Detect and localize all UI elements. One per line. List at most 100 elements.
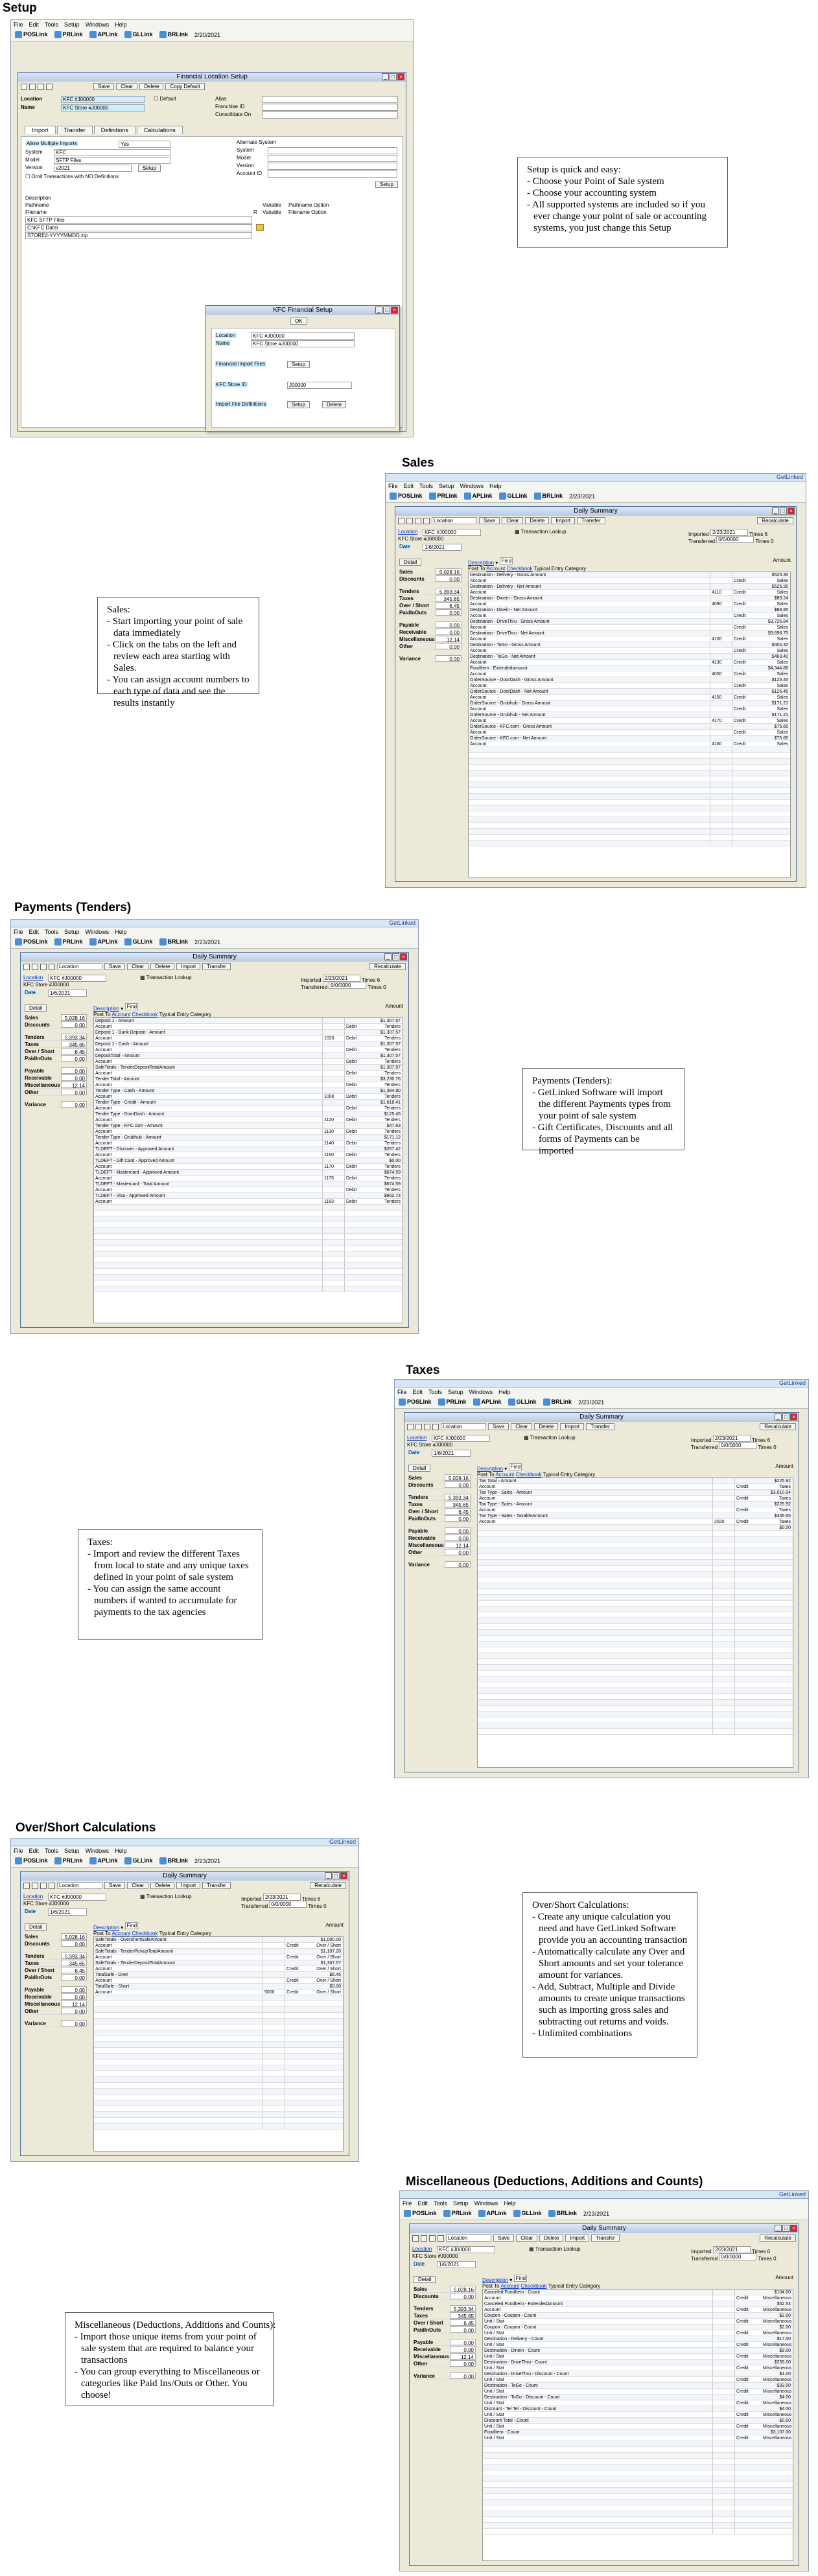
row-entry[interactable]: Credit: [732, 718, 760, 723]
row-amount[interactable]: [763, 2470, 793, 2476]
date-field[interactable]: 1/6/2021: [48, 1909, 87, 1916]
row-amount[interactable]: [760, 829, 790, 834]
save-button[interactable]: Save: [104, 963, 126, 970]
minimize-icon[interactable]: _: [325, 1872, 332, 1879]
row-entry[interactable]: [732, 771, 760, 776]
row-entry[interactable]: [285, 2019, 313, 2024]
totals-value[interactable]: 0.00: [436, 655, 462, 662]
row-amount[interactable]: $89.24: [760, 596, 790, 601]
row-entry[interactable]: [732, 759, 760, 764]
row-account[interactable]: [712, 2365, 734, 2371]
table-row[interactable]: SafeTotals - OverShortSafeAmount $1,000.0…: [94, 1937, 343, 1943]
account-link[interactable]: Account: [111, 1012, 130, 1017]
row-account[interactable]: [712, 2430, 734, 2435]
row-entry[interactable]: [732, 642, 760, 647]
table-row[interactable]: [94, 1281, 403, 1286]
row-entry[interactable]: [732, 829, 760, 834]
row-amount[interactable]: [313, 2071, 343, 2076]
row-account[interactable]: [710, 578, 732, 583]
location-link[interactable]: Location: [23, 1894, 43, 1899]
row-account[interactable]: [263, 2077, 285, 2082]
row-amount[interactable]: $104.00: [763, 2290, 793, 2295]
row-account[interactable]: [263, 2048, 285, 2053]
totals-value[interactable]: 0.00: [445, 1481, 471, 1489]
table-row[interactable]: [94, 2036, 343, 2042]
row-amount[interactable]: [763, 1717, 793, 1723]
row-account[interactable]: [263, 2118, 285, 2123]
table-row[interactable]: Account Credit Sales: [469, 648, 790, 654]
kfc-minimize-icon[interactable]: _: [375, 307, 382, 314]
import-button[interactable]: Import: [176, 963, 201, 970]
row-amount[interactable]: $1,000.00: [313, 1937, 343, 1942]
row-entry[interactable]: [734, 1688, 763, 1693]
table-row[interactable]: Account 4130 Credit Sales: [469, 660, 790, 666]
row-account[interactable]: [712, 1496, 734, 1501]
find-field[interactable]: ▾ Find: [121, 1922, 138, 1931]
row-entry[interactable]: [732, 765, 760, 770]
row-entry[interactable]: [344, 1088, 373, 1093]
table-row[interactable]: [478, 1554, 793, 1560]
row-entry[interactable]: [344, 1158, 373, 1163]
row-account[interactable]: [322, 1123, 344, 1128]
row-account[interactable]: [712, 2395, 734, 2400]
totals-value[interactable]: 5,393.34: [61, 1034, 87, 1041]
menu-windows[interactable]: Windows: [474, 2200, 498, 2207]
row-entry[interactable]: [732, 584, 760, 589]
row-entry[interactable]: [285, 1937, 313, 1942]
table-row[interactable]: Destination - Dinein - Gross Amount $89.2…: [469, 596, 790, 601]
row-entry[interactable]: [734, 2500, 763, 2505]
row-account[interactable]: [710, 823, 732, 828]
row-account[interactable]: [710, 841, 732, 846]
totals-value[interactable]: 0.00: [436, 609, 462, 616]
row-account[interactable]: [710, 596, 732, 601]
row-amount[interactable]: [763, 2500, 793, 2505]
row-account[interactable]: [710, 730, 732, 735]
row-amount[interactable]: [760, 771, 790, 776]
table-row[interactable]: Destination - DriveThru - Gross Amount $3…: [469, 619, 790, 625]
table-row[interactable]: Discount - Tel Tel - Discount - Count $4.…: [483, 2406, 793, 2412]
row-amount[interactable]: [313, 2124, 343, 2129]
row-entry[interactable]: Credit: [732, 601, 760, 607]
table-row[interactable]: Tender Type - Credit - Amount $1,618.41: [94, 1100, 403, 1106]
row-account[interactable]: 1000: [322, 1094, 344, 1099]
menu-file[interactable]: File: [403, 2200, 412, 2207]
row-entry[interactable]: Credit: [734, 2435, 763, 2441]
toolbar-brlink[interactable]: BRLink: [548, 2210, 577, 2218]
nav-last-button[interactable]: [49, 1882, 55, 1889]
table-row[interactable]: Destination - ToGo - Count $33.00: [483, 2383, 793, 2389]
toolbar-prlink[interactable]: PRLink: [54, 1857, 83, 1865]
row-amount[interactable]: $171.12: [373, 1135, 403, 1140]
table-row[interactable]: SafeTotals - TenderDepositTotalAmount $1,…: [94, 1065, 403, 1071]
row-account[interactable]: [712, 1554, 734, 1559]
table-row[interactable]: DepositTotal - Amount $1,307.57: [94, 1053, 403, 1059]
row-amount[interactable]: [760, 759, 790, 764]
row-entry[interactable]: Debit: [344, 1071, 373, 1076]
row-amount[interactable]: [763, 1537, 793, 1542]
row-amount[interactable]: $33.00: [763, 2383, 793, 2388]
account-link[interactable]: Account: [111, 1931, 130, 1936]
row-entry[interactable]: [734, 2488, 763, 2493]
table-row[interactable]: [94, 1286, 403, 1292]
row-amount[interactable]: Over / Short: [313, 1955, 343, 1960]
table-row[interactable]: Account Debit Tenders: [94, 1071, 403, 1076]
row-entry[interactable]: [734, 2447, 763, 2452]
row-amount[interactable]: Over / Short: [313, 1978, 343, 1983]
table-row[interactable]: Account 4160 Credit Sales: [469, 741, 790, 747]
row-account[interactable]: [322, 1211, 344, 1216]
row-amount[interactable]: [313, 2013, 343, 2018]
row-entry[interactable]: [734, 2313, 763, 2318]
row-amount[interactable]: Sales: [760, 683, 790, 688]
row-account[interactable]: [712, 2377, 734, 2382]
row-account[interactable]: [322, 1240, 344, 1245]
row-entry[interactable]: [732, 782, 760, 787]
menu-edit[interactable]: Edit: [413, 1389, 423, 1395]
account-link[interactable]: Account: [500, 2283, 519, 2289]
minimize-icon[interactable]: _: [382, 73, 389, 80]
totals-value[interactable]: 0.00: [445, 1549, 471, 1556]
row-amount[interactable]: Taxes: [763, 1507, 793, 1513]
table-row[interactable]: [94, 2048, 343, 2054]
table-row[interactable]: [469, 776, 790, 782]
toolbar-brlink[interactable]: BRLink: [159, 938, 188, 946]
checkbook-link[interactable]: Checkbook: [515, 1472, 541, 1478]
row-amount[interactable]: $1,307.57: [373, 1030, 403, 1035]
